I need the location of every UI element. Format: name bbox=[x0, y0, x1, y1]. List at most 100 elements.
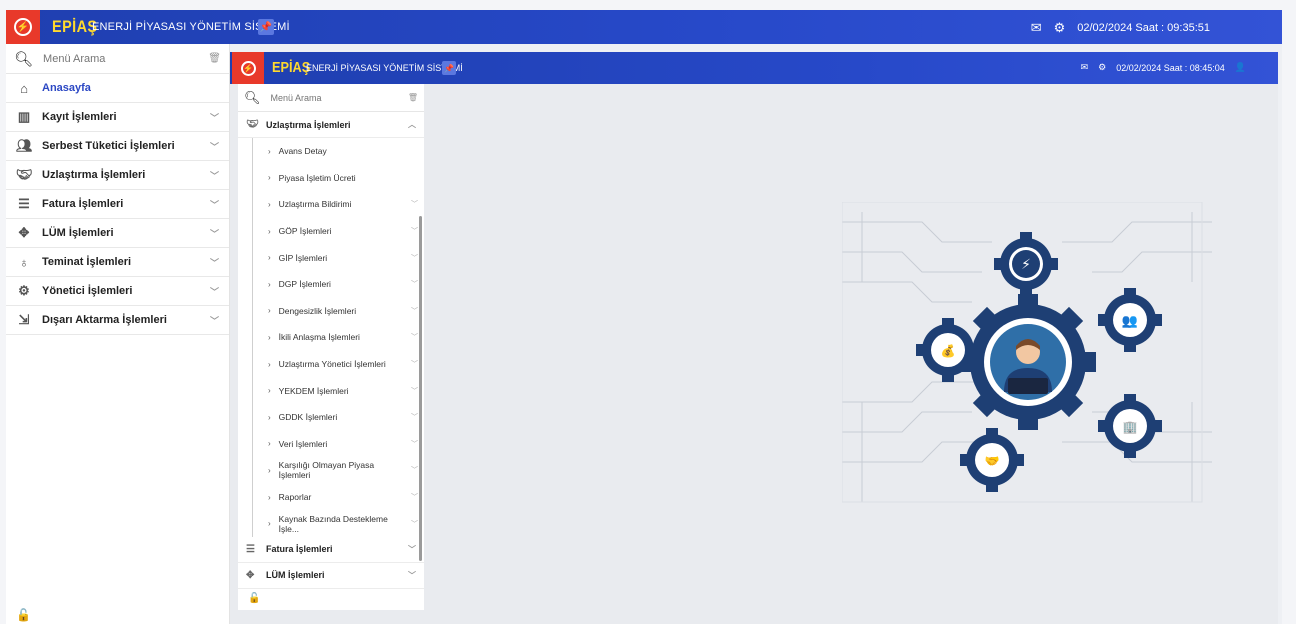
invoice-icon: ☰ bbox=[18, 196, 30, 211]
chevron-right-icon: › bbox=[268, 492, 271, 502]
submenu-item[interactable]: › Dengesizlik İşlemleri ﹀ bbox=[246, 298, 424, 325]
submenu-item[interactable]: › Uzlaştırma Bildirimi ﹀ bbox=[246, 191, 424, 218]
inner-datetime: 02/02/2024 Saat : 08:45:04 bbox=[1116, 62, 1225, 73]
submenu-item[interactable]: › GDDK İşlemleri ﹀ bbox=[246, 404, 424, 431]
inner-group-label: LÜM İşlemleri bbox=[266, 570, 325, 581]
submenu-item[interactable]: › DGP İşlemleri ﹀ bbox=[246, 271, 424, 298]
inner-group[interactable]: ☰ Fatura İşlemleri ﹀ bbox=[238, 537, 424, 563]
submenu-item-label: Kaynak Bazında Destekleme İşle... bbox=[278, 513, 388, 534]
inner-search-input[interactable] bbox=[270, 92, 391, 103]
submenu-item-label: Avans Detay bbox=[278, 146, 327, 157]
search-input[interactable] bbox=[43, 52, 194, 65]
inner-logo-button[interactable]: ⚡ bbox=[232, 52, 264, 84]
submenu-item[interactable]: › Kaynak Bazında Destekleme İşle... ﹀ bbox=[246, 510, 424, 537]
users-icon: 👥︎ bbox=[16, 138, 33, 153]
inner-lock-icon[interactable]: 🔓 bbox=[248, 593, 260, 604]
moneybag-icon: ♁ bbox=[19, 254, 29, 270]
clear-icon[interactable]: 🗑 bbox=[208, 53, 221, 64]
submenu-item[interactable]: › Piyasa İşletim Ücreti bbox=[246, 165, 424, 192]
chevron-right-icon: › bbox=[268, 306, 271, 316]
submenu-item-label: İkili Anlaşma İşlemleri bbox=[278, 332, 360, 343]
inner-brand-logo: EPİAŞ bbox=[272, 59, 311, 76]
lum-icon: ✥ bbox=[18, 225, 30, 240]
submenu-item[interactable]: › Uzlaştırma Yönetici İşlemleri ﹀ bbox=[246, 351, 424, 378]
mail-icon[interactable]: ✉ bbox=[1031, 20, 1042, 36]
sidebar-item-label: Kayıt İşlemleri bbox=[42, 111, 117, 123]
chevron-down-icon: ﹀ bbox=[411, 254, 418, 262]
lum-icon: ✥ bbox=[246, 569, 255, 581]
inner-gear-icon[interactable]: ⚙ bbox=[1098, 62, 1106, 73]
inner-menu-search: 🔍︎ 🗑 bbox=[238, 84, 424, 112]
svg-text:🤝: 🤝 bbox=[985, 454, 1000, 468]
svg-text:🏢: 🏢 bbox=[1123, 420, 1138, 434]
submenu-item-label: Piyasa İşletim Ücreti bbox=[278, 172, 356, 183]
submenu-item[interactable]: › YEKDEM İşlemleri ﹀ bbox=[246, 377, 424, 404]
sidebar-item-group[interactable]: ▥ Kayıt İşlemleri ﹀ bbox=[6, 103, 229, 132]
inner-mail-icon[interactable]: ✉ bbox=[1081, 62, 1089, 73]
sidebar-item-group[interactable]: 👥︎ Serbest Tüketici İşlemleri ﹀ bbox=[6, 132, 229, 161]
sidebar-item-group[interactable]: 🤝︎ Uzlaştırma İşlemleri ﹀ bbox=[6, 161, 229, 190]
chevron-down-icon: ﹀ bbox=[411, 201, 418, 209]
submenu-item[interactable]: › İkili Anlaşma İşlemleri ﹀ bbox=[246, 324, 424, 351]
submenu-item[interactable]: › Raporlar ﹀ bbox=[246, 484, 424, 511]
chevron-down-icon: ﹀ bbox=[209, 315, 219, 326]
sidebar-item-label: Dışarı Aktarma İşlemleri bbox=[42, 314, 167, 326]
submenu-item[interactable]: › GÖP İşlemleri ﹀ bbox=[246, 218, 424, 245]
sidebar-item-label: Fatura İşlemleri bbox=[42, 198, 124, 210]
submenu-item-label: DGP İşlemleri bbox=[278, 279, 331, 290]
sidebar-item-label: Yönetici İşlemleri bbox=[42, 285, 133, 297]
chevron-right-icon: › bbox=[268, 279, 271, 289]
sidebar-item-label: LÜM İşlemleri bbox=[42, 227, 114, 239]
gear-icon[interactable]: ⚙ bbox=[1054, 20, 1066, 36]
handshake-icon: 🤝︎ bbox=[246, 119, 259, 130]
scrollbar[interactable] bbox=[419, 216, 422, 561]
power-icon: ⚡ bbox=[240, 60, 256, 76]
sidebar-item-label: Uzlaştırma İşlemleri bbox=[42, 169, 146, 181]
pin-icon[interactable]: 📌 bbox=[258, 19, 274, 35]
sidebar-item-group[interactable]: ⇲ Dışarı Aktarma İşlemleri ﹀ bbox=[6, 306, 229, 335]
chevron-right-icon: › bbox=[268, 519, 271, 529]
export-icon: ⇲ bbox=[18, 312, 30, 327]
lock-icon[interactable]: 🔓 bbox=[16, 608, 31, 622]
sidebar-item-group[interactable]: ✥ LÜM İşlemleri ﹀ bbox=[6, 219, 229, 248]
submenu-item[interactable]: › Veri İşlemleri ﹀ bbox=[246, 431, 424, 458]
sidebar-item-group[interactable]: ⚙ Yönetici İşlemleri ﹀ bbox=[6, 277, 229, 306]
chevron-down-icon: ﹀ bbox=[411, 494, 418, 502]
submenu-item-label: Veri İşlemleri bbox=[278, 438, 328, 449]
sidebar-item-group[interactable]: ☰ Fatura İşlemleri ﹀ bbox=[6, 190, 229, 219]
handshake-icon: 🤝︎ bbox=[16, 167, 33, 182]
submenu-item-label: Karşılığı Olmayan Piyasa İşlemleri bbox=[278, 460, 375, 481]
submenu-item[interactable]: › Karşılığı Olmayan Piyasa İşlemleri ﹀ bbox=[246, 457, 424, 484]
inner-pin-icon[interactable]: 📌 bbox=[442, 61, 456, 75]
chevron-down-icon: ﹀ bbox=[209, 257, 219, 268]
chevron-down-icon: ﹀ bbox=[408, 544, 416, 554]
chevron-right-icon: › bbox=[268, 199, 271, 209]
user-icon[interactable]: 👤 bbox=[1235, 62, 1246, 73]
home-icon: ⌂ bbox=[20, 80, 28, 96]
sidebar-item-home[interactable]: ⌂ Anasayfa bbox=[6, 74, 229, 103]
welcome-illustration: ⚡ 👥 💰 🏢 🤝 bbox=[842, 202, 1212, 503]
search-icon: 🔍︎ bbox=[244, 89, 261, 105]
sidebar-item-group[interactable]: ♁ Teminat İşlemleri ﹀ bbox=[6, 248, 229, 277]
building-icon: ▥ bbox=[17, 109, 31, 124]
svg-text:💰: 💰 bbox=[941, 344, 956, 358]
submenu-list: › Avans Detay › Piyasa İşletim Ücreti › Uzlaş… bbox=[238, 138, 424, 537]
submenu-item-label: GDDK İşlemleri bbox=[278, 412, 338, 423]
chevron-down-icon: ﹀ bbox=[411, 414, 418, 422]
group-uzlastirma[interactable]: 🤝︎ Uzlaştırma İşlemleri ︿ bbox=[238, 112, 424, 138]
inner-group[interactable]: ✥ LÜM İşlemleri ﹀ bbox=[238, 563, 424, 589]
submenu-item-label: GİP İşlemleri bbox=[278, 252, 328, 263]
inner-system-name: ENERJİ PİYASASI YÖNETİM SİSTEMİ bbox=[306, 63, 463, 73]
chevron-down-icon: ﹀ bbox=[411, 281, 418, 289]
outer-app: ⚡ EPİAŞ ENERJİ PİYASASI YÖNETİM SİSTEMİ … bbox=[6, 10, 1282, 624]
submenu-item[interactable]: › Avans Detay bbox=[246, 138, 424, 165]
submenu-item-label: Raporlar bbox=[278, 492, 312, 503]
logo-button[interactable]: ⚡ bbox=[6, 10, 40, 44]
submenu-item[interactable]: › GİP İşlemleri ﹀ bbox=[246, 244, 424, 271]
submenu-item-label: GÖP İşlemleri bbox=[278, 226, 332, 237]
chevron-down-icon: ﹀ bbox=[411, 387, 418, 395]
chevron-down-icon: ﹀ bbox=[411, 520, 418, 528]
sidebar: 🔍︎ 🗑 ⌂ Anasayfa ▥ Kayıt İşlemleri ﹀ 👥︎ Serbest… bbox=[6, 44, 230, 624]
chevron-down-icon: ﹀ bbox=[209, 199, 219, 210]
clear-icon[interactable]: 🗑 bbox=[408, 93, 418, 102]
